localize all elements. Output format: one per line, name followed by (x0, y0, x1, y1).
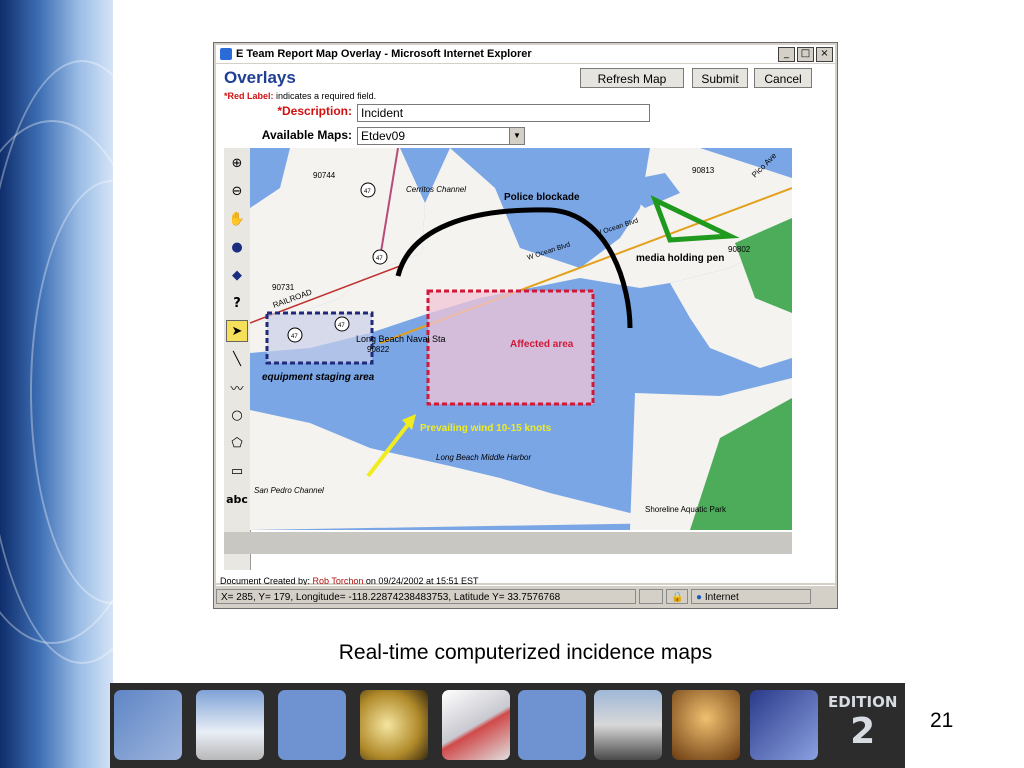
internet-globe-icon: ● (696, 591, 705, 603)
chevron-down-icon[interactable]: ▼ (509, 128, 524, 144)
affected-area-label: Affected area (510, 339, 574, 350)
select-arrow-icon[interactable]: ➤ (226, 320, 248, 342)
thumb-room (672, 690, 740, 760)
globe-icon[interactable]: ● (226, 236, 248, 258)
slide-caption: Real-time computerized incidence maps (338, 641, 713, 664)
thumb-keyboard (750, 690, 818, 760)
route-number-1: 47 (364, 189, 371, 195)
ie-logo-icon (220, 48, 232, 60)
prevailing-wind-label: Prevailing wind 10-15 knots (420, 423, 552, 434)
san-pedro-channel-label: San Pedro Channel (254, 486, 324, 495)
thumb-blank-1 (278, 690, 346, 760)
zone-90744-label: 90744 (313, 171, 336, 180)
page-content: Overlays *Red Label: indicates a require… (216, 64, 835, 586)
map-bottom-bar (224, 532, 792, 554)
maximize-button[interactable]: □ (797, 46, 814, 62)
thumb-phone (114, 690, 182, 760)
status-coordinates: X= 285, Y= 179, Longitude= -118.22874238… (216, 588, 636, 604)
cerritos-channel-label: Cerritos Channel (406, 185, 466, 194)
polyline-tool-icon[interactable]: 〰 (226, 376, 248, 398)
thumb-blank-2 (518, 690, 586, 760)
thumb-gold (360, 690, 428, 760)
route-number-2: 47 (376, 256, 383, 262)
lock-icon: 🔒 (666, 588, 688, 604)
edition-number: 2 (850, 711, 876, 752)
status-zone-label: Internet (704, 591, 739, 603)
equipment-staging-label: equipment staging area (262, 372, 375, 383)
rectangle-tool-icon[interactable]: ▭ (226, 460, 248, 482)
available-maps-value: Etdev09 (361, 129, 406, 143)
description-input[interactable]: Incident (357, 104, 650, 122)
ie-browser-window: E Team Report Map Overlay - Microsoft In… (213, 42, 838, 609)
zone-90822-label: 90822 (367, 345, 390, 354)
status-blank-1 (639, 588, 663, 604)
available-maps-label: Available Maps: (261, 128, 352, 142)
zoom-out-icon[interactable]: ⊖ (226, 180, 248, 202)
window-title: E Team Report Map Overlay - Microsoft In… (236, 48, 532, 60)
required-prefix: *Red Label: (224, 91, 274, 101)
thumb-airplane (594, 690, 662, 760)
left-decorative-band (0, 0, 113, 768)
help-icon[interactable]: ? (226, 292, 248, 314)
naval-station-label: Long Beach Naval Sta (356, 334, 446, 344)
text-tool-icon[interactable]: abc (226, 488, 248, 510)
description-label: *Description: (277, 104, 352, 118)
cancel-button[interactable]: Cancel (754, 68, 812, 88)
circle-tool-icon[interactable]: ○ (226, 404, 248, 426)
full-extent-icon[interactable]: ◆ (226, 264, 248, 286)
edition-badge: EDITION 2 (828, 693, 897, 752)
map-toolbar: ⊕ ⊖ ✋ ● ◆ ? ➤ ╲ 〰 ○ ⬠ ▭ abc ✕ (224, 148, 251, 570)
refresh-map-button[interactable]: Refresh Map (580, 68, 684, 88)
line-tool-icon[interactable]: ╲ (226, 348, 248, 370)
zone-90813-label: 90813 (692, 166, 715, 175)
edition-word: EDITION (828, 693, 898, 711)
middle-harbor-label: Long Beach Middle Harbor (436, 453, 532, 462)
submit-button[interactable]: Submit (692, 68, 748, 88)
page-title: Overlays (224, 68, 296, 87)
route-number-4: 47 (338, 323, 345, 329)
status-bar: X= 285, Y= 179, Longitude= -118.22874238… (216, 585, 835, 606)
title-bar: E Team Report Map Overlay - Microsoft In… (216, 45, 835, 63)
minimize-button[interactable]: _ (778, 46, 795, 62)
image-strip: EDITION 2 (110, 683, 905, 768)
media-holding-pen-label: media holding pen (636, 253, 724, 264)
page-number: 21 (930, 709, 954, 732)
route-number-3: 47 (291, 334, 298, 340)
pan-hand-icon[interactable]: ✋ (226, 208, 248, 230)
police-blockade-label: Police blockade (504, 192, 580, 203)
close-button[interactable]: × (816, 46, 833, 62)
status-zone: ● Internet (691, 588, 811, 604)
polygon-tool-icon[interactable]: ⬠ (226, 432, 248, 454)
required-text: indicates a required field. (273, 91, 377, 101)
required-note: *Red Label: indicates a required field. (224, 91, 376, 101)
zoom-in-icon[interactable]: ⊕ (226, 152, 248, 174)
map-svg: 47 47 47 47 90744 90813 90802 90731 9082… (250, 148, 792, 530)
thumb-capitol (196, 690, 264, 760)
zone-90731-label: 90731 (272, 283, 295, 292)
zone-90802-label: 90802 (728, 245, 751, 254)
thumb-device (442, 690, 510, 760)
map-canvas[interactable]: 47 47 47 47 90744 90813 90802 90731 9082… (250, 148, 792, 530)
shoreline-park-label: Shoreline Aquatic Park (645, 505, 727, 514)
available-maps-select[interactable]: Etdev09 ▼ (357, 127, 525, 145)
